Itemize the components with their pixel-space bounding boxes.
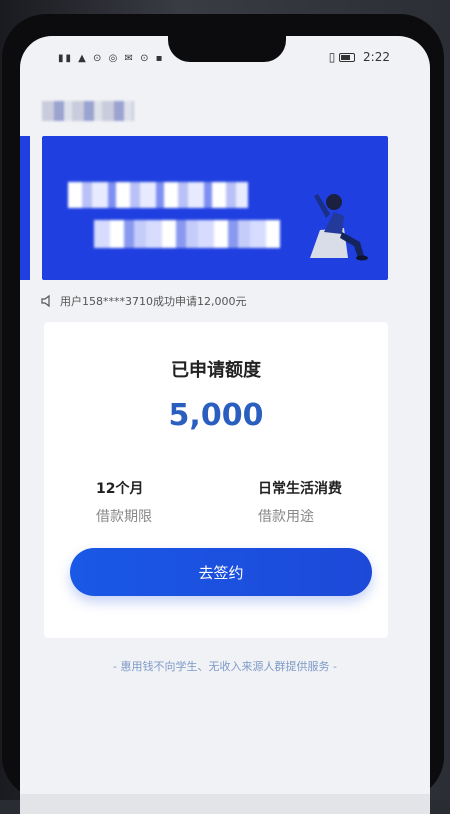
phone-screen: ▮▮ ▲ ⊙ ◎ ✉ ⊙ ▪ ▯ 2:22 用户158****3710成功申请1… <box>20 36 430 814</box>
card-title: 已申请额度 <box>171 360 261 381</box>
announcement-ticker: 用户158****3710成功申请12,000元 <box>40 291 400 311</box>
loan-term-label: 借款期限 <box>96 509 152 525</box>
promo-banner[interactable] <box>42 136 388 280</box>
person-illustration-icon <box>310 194 368 261</box>
vibrate-icon: ▯ <box>328 50 336 64</box>
loan-purpose-block: 日常生活消费 借款用途 <box>258 478 342 526</box>
bottom-nav-bar <box>20 794 430 814</box>
loan-term-value: 12个月 <box>96 481 144 497</box>
speaker-icon <box>41 294 50 308</box>
loan-purpose-label: 借款用途 <box>258 509 314 525</box>
status-icons: ▮▮ ▲ ⊙ ◎ ✉ ⊙ ▪ <box>58 53 165 64</box>
approved-amount: 5,000 <box>168 398 264 433</box>
blurred-page-title <box>42 101 134 121</box>
loan-term-block: 12个月 借款期限 <box>96 478 152 526</box>
status-time: 2:22 <box>363 50 390 64</box>
loan-purpose-value: 日常生活消费 <box>258 481 342 497</box>
banner-blurred-text-line-1 <box>68 182 248 208</box>
previous-banner-edge[interactable] <box>20 136 30 280</box>
footer-disclaimer: - 惠用钱不向学生、无收入来源人群提供服务 - <box>113 660 337 673</box>
banner-blurred-text-line-2 <box>94 220 280 248</box>
status-right: ▯ 2:22 <box>329 50 390 64</box>
credit-card-panel: 已申请额度 5,000 12个月 借款期限 日常生活消费 借款用途 去签约 <box>44 322 388 638</box>
sign-contract-button[interactable]: 去签约 <box>70 548 372 596</box>
battery-icon <box>339 53 356 62</box>
camera-notch <box>168 36 286 62</box>
ticker-text: 用户158****3710成功申请12,000元 <box>60 295 247 308</box>
phone-frame: ▮▮ ▲ ⊙ ◎ ✉ ⊙ ▪ ▯ 2:22 用户158****3710成功申请1… <box>2 14 444 814</box>
